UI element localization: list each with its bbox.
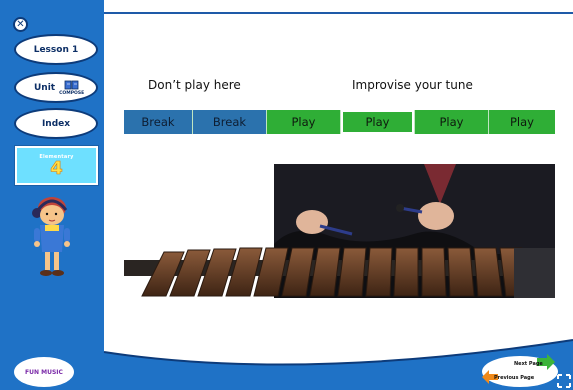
segment-label: Play [365, 115, 390, 129]
dont-play-caption: Don’t play here [148, 78, 241, 92]
segment-play-3[interactable]: Play [414, 110, 488, 134]
next-page-link[interactable]: Next Page [514, 361, 543, 367]
segment-play-1[interactable]: Play [266, 110, 340, 134]
xylophone-video[interactable] [124, 164, 555, 298]
index-button-label: Index [41, 118, 71, 129]
close-button[interactable]: ✕ [13, 17, 28, 32]
expand-icon[interactable] [557, 374, 571, 388]
fun-music-logo: FUN MUSIC [14, 357, 74, 387]
segment-label: Play [291, 115, 316, 129]
unit-button[interactable]: Unit COMPOSE [14, 72, 98, 103]
improvise-caption: Improvise your tune [352, 78, 473, 92]
xylophone-performer-image [124, 164, 555, 298]
previous-page-link[interactable]: Previous Page [494, 375, 534, 381]
index-button[interactable]: Index [14, 108, 98, 139]
segment-label: Play [510, 115, 534, 129]
character-mascot [32, 197, 70, 276]
unit-button-label: Unit [34, 82, 56, 93]
rhythm-strip: Break Break Play Play Play Play [124, 110, 555, 134]
segment-break-2[interactable]: Break [192, 110, 266, 134]
unit-button-sublabel: COMPOSE [59, 90, 85, 96]
segment-label: Break [141, 115, 175, 129]
segment-play-4[interactable]: Play [488, 110, 555, 134]
close-icon: ✕ [16, 18, 25, 30]
level-badge[interactable]: Elementary 4 [14, 145, 99, 186]
segment-play-2[interactable]: Play [340, 110, 414, 134]
lesson-button-label: Lesson 1 [33, 44, 79, 55]
book-icon [64, 80, 79, 89]
segment-label: Play [439, 115, 464, 129]
top-divider [104, 12, 573, 14]
segment-label: Break [212, 115, 247, 129]
segment-break-1[interactable]: Break [124, 110, 192, 134]
logo-text: FUN MUSIC [25, 368, 63, 376]
level-number: 4 [50, 157, 63, 179]
lesson-button[interactable]: Lesson 1 [14, 34, 98, 65]
